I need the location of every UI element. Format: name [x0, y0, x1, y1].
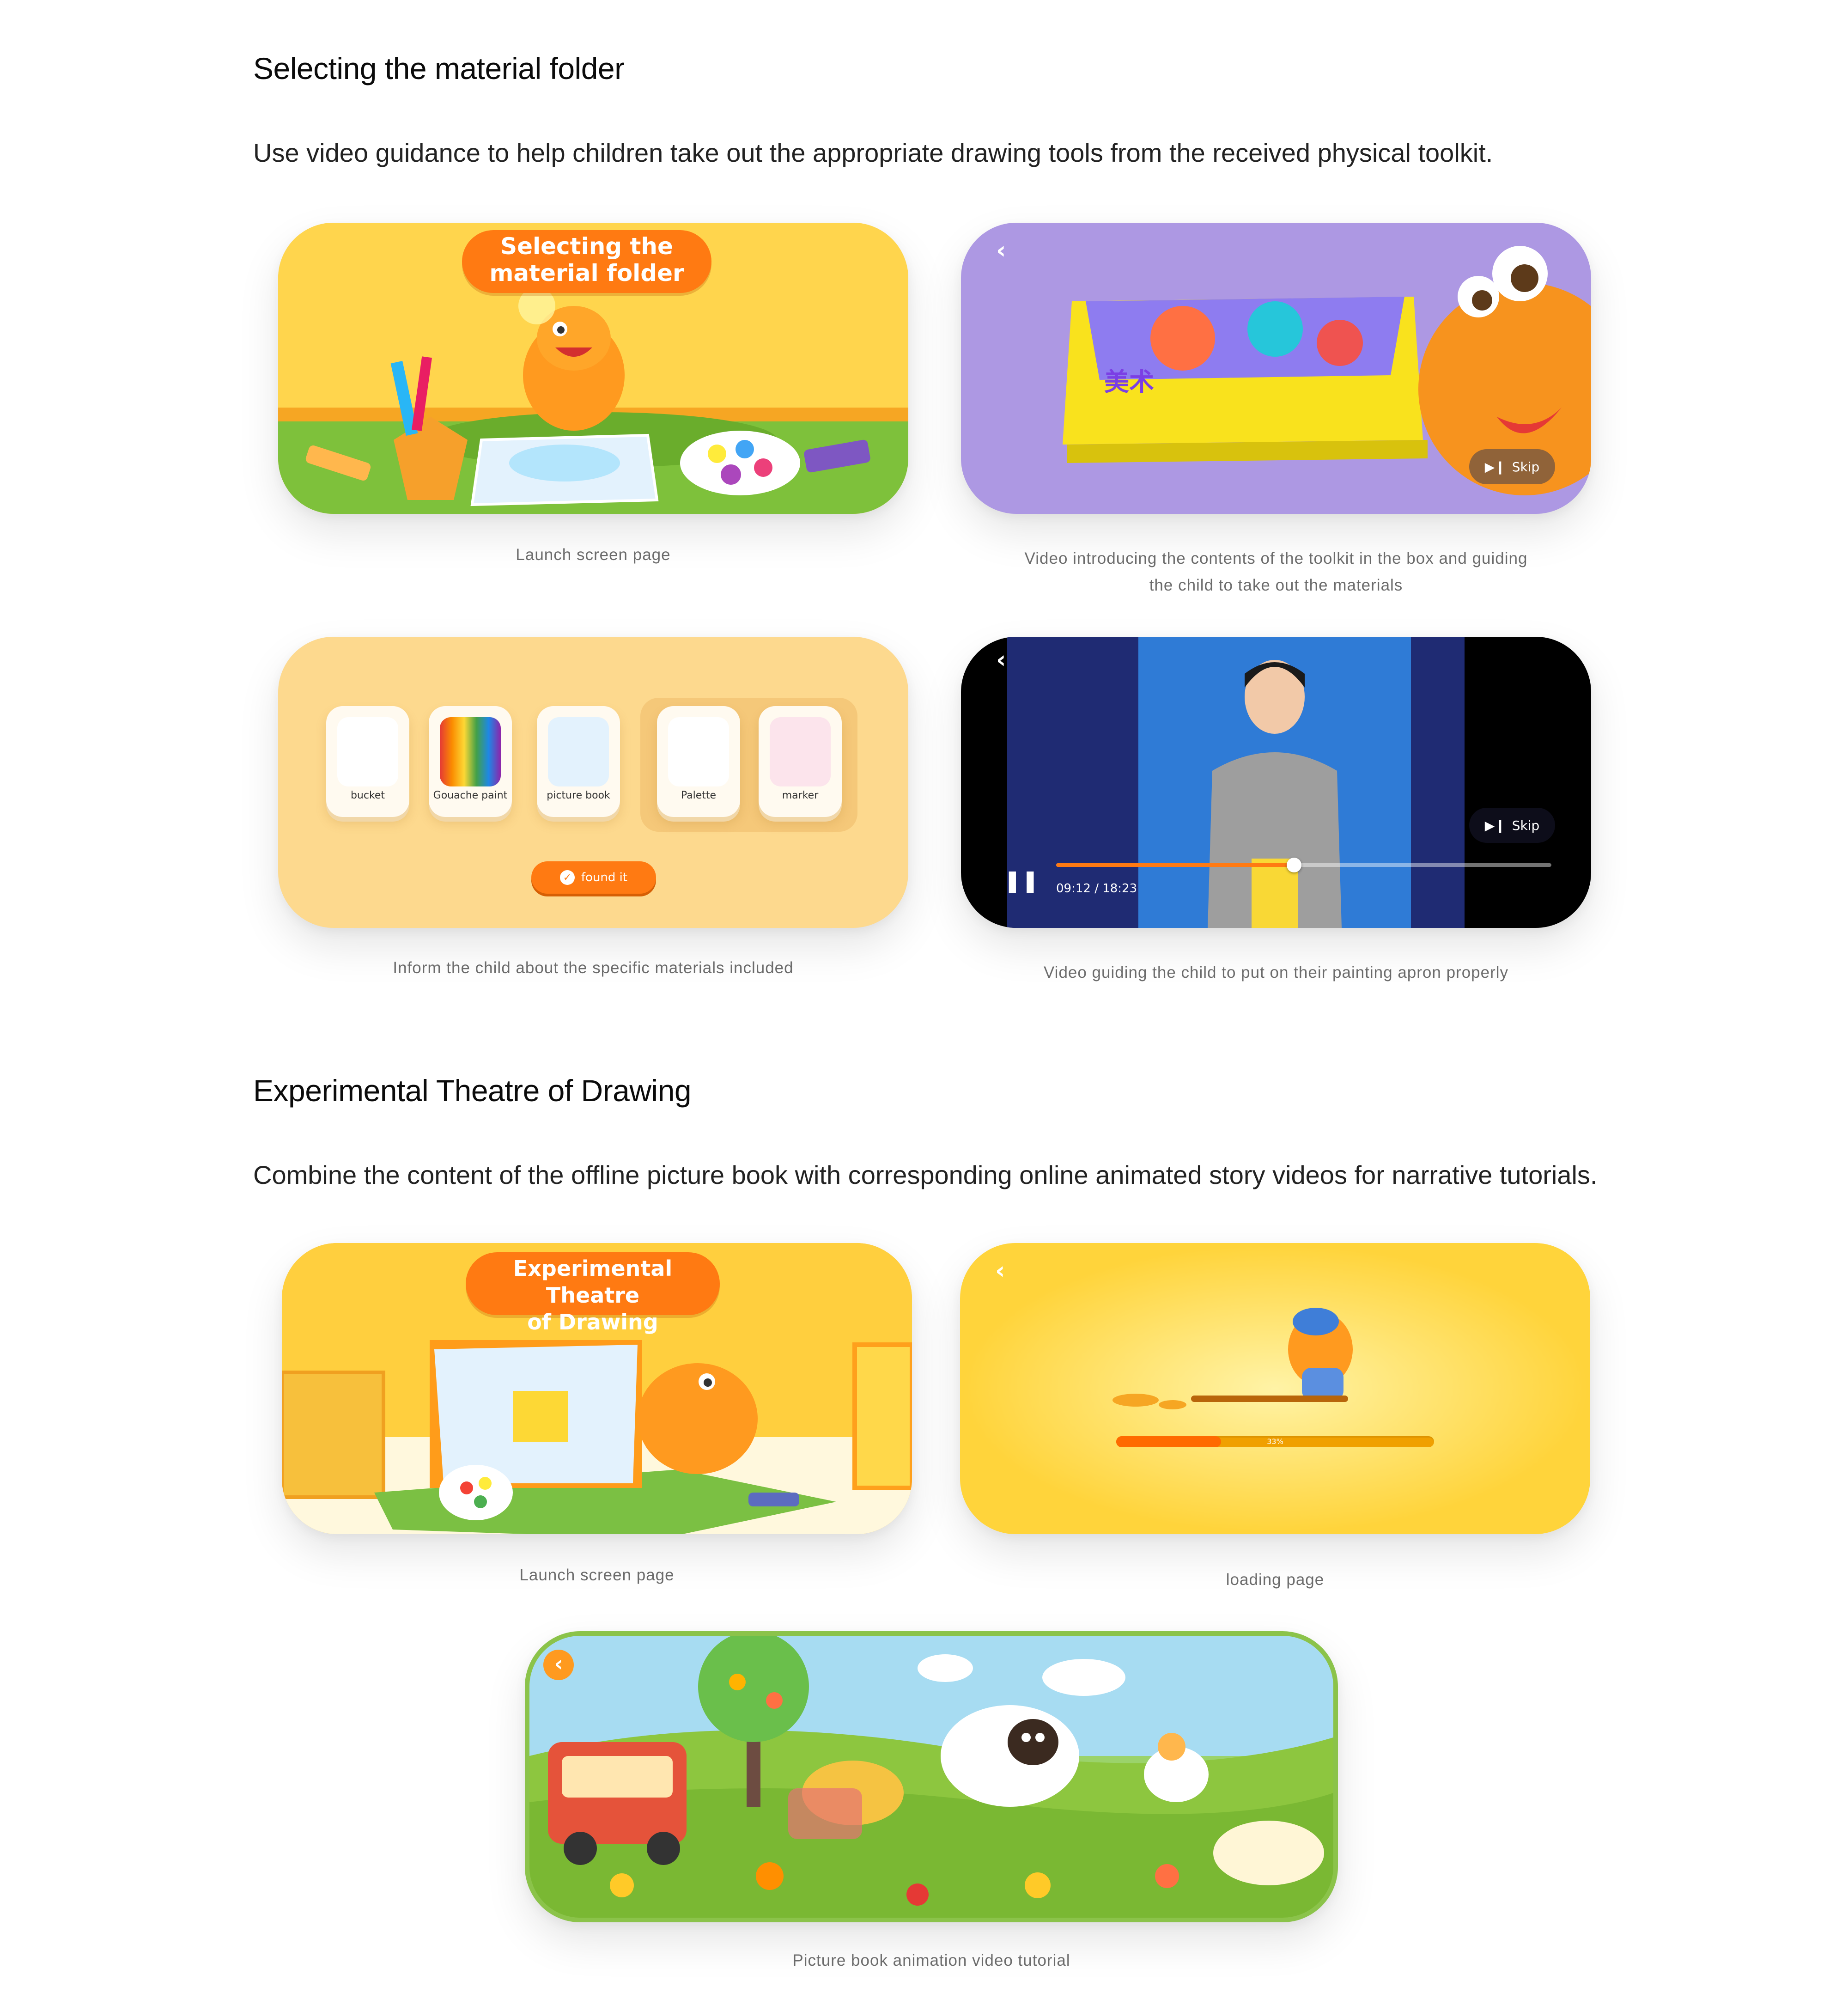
video-progress-track[interactable]	[1056, 858, 1551, 872]
material-tile-bucket[interactable]: bucket	[326, 706, 409, 817]
caption-theatre-launch: Launch screen page	[519, 1566, 675, 1584]
gouache-paint-icon	[440, 717, 501, 786]
skip-icon: ▶❙	[1484, 817, 1506, 833]
toolkit-box-title: 美术	[1104, 367, 1154, 396]
skip-button[interactable]: ▶❙ Skip	[1469, 449, 1555, 484]
skip-button[interactable]: ▶❙ Skip	[1469, 808, 1555, 843]
picture-book-card[interactable]: ‹	[525, 1631, 1338, 1922]
check-icon: ✓	[559, 870, 575, 885]
section-description-experimental-theatre: Combine the content of the offline pictu…	[253, 1160, 1598, 1189]
toolkit-intro-video-card[interactable]: 美术 ‹ ▶❙ Skip	[961, 223, 1591, 514]
section-title-material-folder: Selecting the material folder	[253, 51, 625, 85]
back-arrow-icon[interactable]: ‹	[995, 1257, 1005, 1285]
caption-toolkit-video: Video introducing the contents of the to…	[1024, 549, 1528, 594]
picture-book-illustration	[529, 1636, 1333, 1918]
material-tile-marker[interactable]: marker	[759, 706, 842, 817]
launch-title-bubble: Selecting the material folder	[462, 230, 711, 293]
picture-book-icon	[548, 717, 609, 786]
video-progress-knob[interactable]	[1286, 858, 1301, 872]
pause-icon[interactable]: ❚❚	[1003, 868, 1039, 893]
skip-icon: ▶❙	[1484, 459, 1506, 475]
loading-progress-track: 33%	[1116, 1436, 1434, 1447]
caption-apron-video: Video guiding the child to put on their …	[1043, 963, 1509, 981]
caption-loading: loading page	[1226, 1571, 1325, 1589]
palette-icon	[668, 717, 729, 786]
caption-materials: Inform the child about the specific mate…	[393, 959, 794, 977]
back-arrow-icon[interactable]: ‹	[996, 237, 1006, 264]
found-it-button[interactable]: ✓ found it	[531, 861, 656, 894]
bucket-icon	[337, 717, 398, 786]
apron-video-card[interactable]: ‹ ▶❙ Skip 09:12 / 18:23 ❚❚	[961, 637, 1591, 928]
material-tile-palette[interactable]: Palette	[657, 706, 740, 817]
loading-percent: 33%	[1267, 1437, 1283, 1446]
theatre-title-bubble: Experimental Theatre of Drawing	[466, 1252, 720, 1335]
material-tile-picture-book[interactable]: picture book	[537, 706, 620, 817]
back-button[interactable]: ‹	[543, 1650, 574, 1680]
dino-runner-illustration	[1112, 1308, 1353, 1409]
materials-list-card: bucket Gouache paint picture book Palett…	[278, 637, 908, 928]
marker-icon	[770, 717, 831, 786]
back-arrow-icon[interactable]: ‹	[996, 646, 1006, 674]
video-progress-fill	[1056, 863, 1294, 867]
section-description-material-folder: Use video guidance to help children take…	[253, 138, 1493, 167]
caption-picture-book: Picture book animation video tutorial	[792, 1951, 1070, 1969]
loading-card: ‹ 33%	[960, 1243, 1590, 1534]
presenter-figure	[1208, 660, 1342, 928]
caption-launch-screen: Launch screen page	[516, 546, 671, 564]
launch-screen-card[interactable]: Selecting the material folder	[278, 223, 908, 514]
material-tile-gouache-paint[interactable]: Gouache paint	[429, 706, 512, 817]
video-time: 09:12 / 18:23	[1056, 882, 1137, 896]
theatre-launch-card[interactable]: Experimental Theatre of Drawing	[282, 1243, 912, 1534]
section-title-experimental-theatre: Experimental Theatre of Drawing	[253, 1073, 692, 1108]
